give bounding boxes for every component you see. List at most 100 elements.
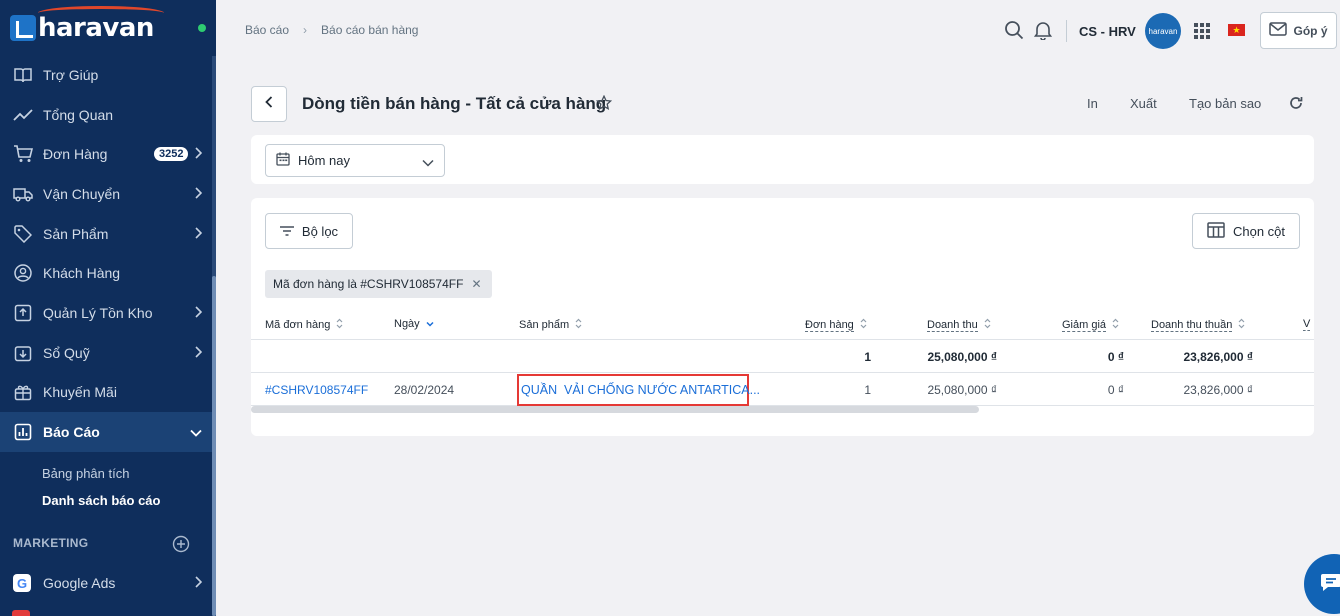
sidebar-item-promotions[interactable]: Khuyến Mãi (0, 373, 212, 413)
bell-icon[interactable] (1033, 20, 1053, 45)
feedback-label: Góp ý (1293, 23, 1328, 38)
apps-grid-icon[interactable] (1194, 23, 1210, 44)
avatar[interactable]: haravan (1145, 13, 1181, 49)
sidebar-scroll-thumb[interactable] (212, 276, 216, 616)
sidebar-item-shipping[interactable]: Vận Chuyển (0, 174, 212, 214)
table-horizontal-scrollbar[interactable] (251, 406, 979, 413)
column-header-product[interactable]: Sản phẩm (519, 318, 582, 332)
star-icon[interactable] (595, 94, 613, 116)
google-icon: G (13, 574, 31, 592)
sidebar-item-orders[interactable]: Đơn Hàng 3252 (0, 134, 212, 174)
column-label: Doanh thu (927, 318, 978, 332)
duplicate-button[interactable]: Tạo bản sao (1189, 96, 1261, 111)
print-button[interactable]: In (1087, 96, 1098, 111)
column-header-order-code[interactable]: Mã đơn hàng (265, 318, 343, 332)
store-name[interactable]: CS - HRV (1079, 24, 1136, 39)
column-label: Giảm giá (1062, 318, 1107, 332)
sort-icon (860, 318, 867, 332)
sidebar-item-label: Tổng Quan (43, 106, 114, 123)
breadcrumb: Báo cáo › Báo cáo bán hàng (245, 23, 418, 37)
row-net-revenue: 23,826,000 ₫ (1183, 383, 1253, 397)
topbar-divider (1066, 20, 1067, 42)
add-circle-icon[interactable] (172, 535, 190, 558)
chevron-right-icon (194, 226, 203, 242)
sidebar-subitem-report-list[interactable]: Danh sách báo cáo (0, 487, 212, 514)
refresh-icon[interactable] (1289, 96, 1303, 115)
online-status-icon (198, 24, 206, 32)
columns-icon (1207, 221, 1225, 241)
mail-icon (1269, 22, 1288, 39)
column-header-date[interactable]: Ngày (394, 318, 434, 330)
sidebar-item-label: Khách Hàng (43, 265, 121, 282)
date-range-value: Hôm nay (298, 153, 351, 168)
column-header-net-revenue[interactable]: Doanh thu thuần (1151, 318, 1245, 332)
marketing-section-title: MARKETING (13, 536, 89, 550)
chevron-right-icon (194, 305, 203, 321)
sidebar-item-label: Đơn Hàng (43, 146, 108, 163)
column-header-discount[interactable]: Giảm giá (1062, 318, 1119, 332)
row-orders: 1 (864, 383, 871, 397)
chevron-right-icon (194, 186, 203, 202)
column-label: Sản phẩm (519, 319, 570, 331)
breadcrumb-reports[interactable]: Báo cáo (245, 23, 289, 37)
logo-mark-icon (10, 15, 36, 41)
tag-icon (13, 224, 33, 244)
active-filter-label: Mã đơn hàng là #CSHRV108574FF (273, 277, 464, 291)
chat-icon (1320, 572, 1340, 597)
report-table-card: Bộ lọc Chọn cột Mã đơn hàng là #CSHRV108… (251, 198, 1314, 436)
column-header-next[interactable]: V (1303, 318, 1311, 331)
sidebar-item-customers[interactable]: Khách Hàng (0, 253, 212, 293)
sidebar-item-products[interactable]: Sản Phẩm (0, 214, 212, 254)
sidebar-item-label: Google Ads (43, 575, 116, 591)
choose-columns-label: Chọn cột (1232, 223, 1286, 239)
truck-icon (13, 184, 33, 204)
filter-button[interactable]: Bộ lọc (265, 213, 353, 249)
sidebar-item-inventory[interactable]: Quản Lý Tồn Kho (0, 293, 212, 333)
search-icon[interactable] (1004, 20, 1024, 45)
product-cell-highlight: QUẦN VẢI CHỐNG NƯỚC ANTARTICA... (517, 374, 760, 406)
column-header-revenue[interactable]: Doanh thu (927, 318, 991, 332)
report-icon (13, 422, 33, 442)
sidebar-item-label: Quản Lý Tồn Kho (43, 304, 153, 321)
sidebar-item-google-ads[interactable]: G Google Ads (0, 563, 212, 603)
close-icon[interactable]: ✕ (471, 277, 481, 291)
row-revenue: 25,080,000 ₫ (927, 383, 997, 397)
order-date: 28/02/2024 (394, 383, 455, 397)
sort-icon (575, 318, 582, 332)
feedback-button[interactable]: Góp ý (1260, 12, 1337, 49)
calendar-icon (276, 152, 290, 169)
sidebar-subitem-analytics[interactable]: Bảng phân tích (0, 460, 212, 487)
column-label: Đơn hàng (805, 318, 854, 332)
column-header-orders[interactable]: Đơn hàng (805, 318, 867, 332)
choose-columns-button[interactable]: Chọn cột (1192, 213, 1300, 249)
breadcrumb-sales-reports[interactable]: Báo cáo bán hàng (321, 23, 418, 37)
haravan-logo[interactable]: haravan (10, 6, 164, 46)
order-code-link[interactable]: #CSHRV108574FF (265, 383, 368, 397)
vietnam-flag-icon[interactable]: ★ (1228, 24, 1245, 36)
chevron-down-icon (422, 155, 434, 170)
product-link[interactable]: QUẦN VẢI CHỐNG NƯỚC ANTARTICA... (521, 383, 760, 397)
sidebar-item-label: Sổ Quỹ (43, 344, 90, 361)
date-range-select[interactable]: Hôm nay (265, 144, 445, 177)
sidebar-item-label: Sản Phẩm (43, 225, 109, 242)
sidebar-nav: Trợ Giúp Tổng Quan Đơn Hàng 3252 Vận Chu… (0, 55, 212, 514)
filter-label: Bộ lọc (301, 223, 339, 239)
chevron-down-icon (190, 424, 202, 440)
sidebar-item-overview[interactable]: Tổng Quan (0, 95, 212, 135)
sidebar: haravan Trợ Giúp Tổng Quan Đơn Hàng 3252 (0, 0, 216, 616)
sidebar-item-cashbook[interactable]: Sổ Quỹ (0, 333, 212, 373)
gift-icon (13, 382, 33, 402)
book-icon (13, 65, 33, 85)
export-button[interactable]: Xuất (1130, 96, 1157, 111)
sidebar-item-reports[interactable]: Báo Cáo (0, 412, 212, 452)
page-title: Dòng tiền bán hàng - Tất cả cửa hàng (302, 94, 607, 113)
sidebar-scrollbar[interactable] (212, 56, 216, 616)
topbar: Báo cáo › Báo cáo bán hàng CS - HRV hara… (216, 0, 1340, 62)
breadcrumb-separator: › (303, 23, 308, 37)
back-button[interactable] (251, 86, 287, 122)
chat-button[interactable] (1304, 554, 1340, 614)
date-filter-card: Hôm nay (251, 135, 1314, 184)
app-icon[interactable] (12, 610, 30, 616)
column-label: V (1303, 318, 1311, 331)
sidebar-item-help[interactable]: Trợ Giúp (0, 55, 212, 95)
